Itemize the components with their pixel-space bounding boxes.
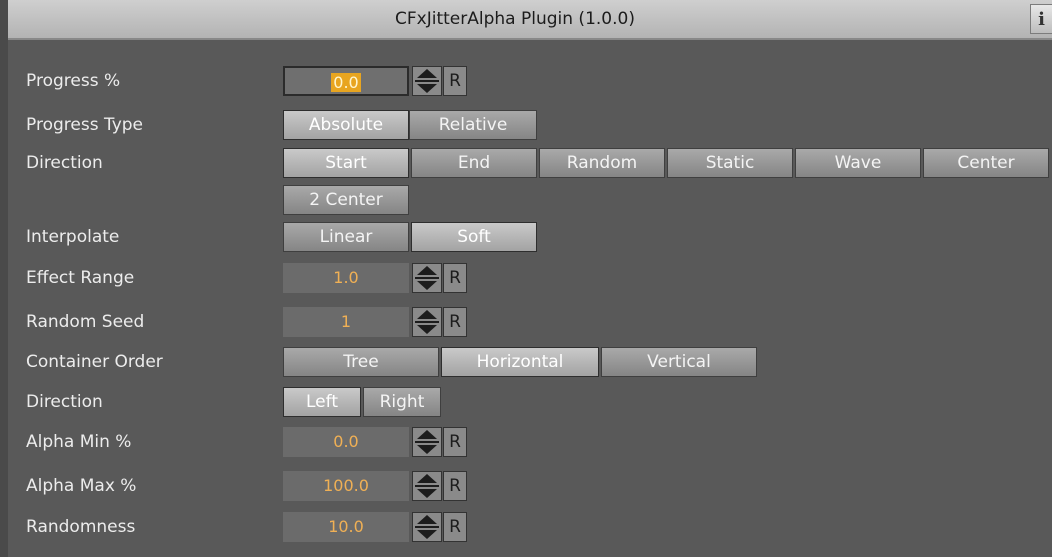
- spin-up-icon[interactable]: [417, 310, 437, 319]
- spin-divider: [415, 321, 439, 323]
- randomness-spinner[interactable]: [412, 512, 442, 542]
- direction-label: Direction: [26, 153, 103, 173]
- progress-input[interactable]: 0.0: [283, 66, 409, 96]
- direction-end-button[interactable]: End: [411, 148, 537, 178]
- spin-down-icon[interactable]: [417, 84, 437, 93]
- random-seed-label: Random Seed: [26, 312, 145, 332]
- direction-lr-label: Direction: [26, 392, 103, 412]
- direction-2center-button[interactable]: 2 Center: [283, 185, 409, 215]
- direction-left-button[interactable]: Left: [283, 387, 361, 417]
- alpha-min-label: Alpha Min %: [26, 432, 132, 452]
- row-direction: Direction Start End Random Static Wave C…: [0, 146, 1052, 180]
- row-container-order: Container Order Tree Horizontal Vertical: [0, 345, 1052, 379]
- spin-divider: [415, 485, 439, 487]
- title-bar: CFxJitterAlpha Plugin (1.0.0) i: [8, 0, 1052, 40]
- spin-down-icon[interactable]: [417, 281, 437, 290]
- spin-up-icon[interactable]: [417, 515, 437, 524]
- alpha-max-reset-button[interactable]: R: [443, 471, 467, 501]
- spin-down-icon[interactable]: [417, 489, 437, 498]
- row-alpha-min: Alpha Min % 0.0 R: [0, 425, 1052, 459]
- progress-value: 0.0: [331, 73, 361, 92]
- alpha-min-spinner[interactable]: [412, 427, 442, 457]
- interpolate-linear-button[interactable]: Linear: [283, 222, 409, 252]
- spin-down-icon[interactable]: [417, 325, 437, 334]
- plugin-title: CFxJitterAlpha Plugin (1.0.0): [395, 9, 635, 29]
- container-order-horizontal-button[interactable]: Horizontal: [441, 347, 599, 377]
- direction-start-button[interactable]: Start: [283, 148, 409, 178]
- row-effect-range: Effect Range 1.0 R: [0, 261, 1052, 295]
- progress-spinner[interactable]: [412, 66, 442, 96]
- effect-range-spinner[interactable]: [412, 263, 442, 293]
- progress-label: Progress %: [26, 71, 121, 91]
- alpha-min-input[interactable]: 0.0: [283, 427, 409, 457]
- container-order-label: Container Order: [26, 352, 163, 372]
- info-icon[interactable]: i: [1030, 4, 1052, 34]
- alpha-min-reset-button[interactable]: R: [443, 427, 467, 457]
- spin-up-icon[interactable]: [417, 474, 437, 483]
- random-seed-spinner[interactable]: [412, 307, 442, 337]
- spin-up-icon[interactable]: [417, 266, 437, 275]
- randomness-reset-button[interactable]: R: [443, 512, 467, 542]
- row-direction-lr: Direction Left Right: [0, 385, 1052, 419]
- progress-type-relative-button[interactable]: Relative: [409, 110, 537, 140]
- effect-range-input[interactable]: 1.0: [283, 263, 409, 293]
- progress-type-absolute-button[interactable]: Absolute: [283, 110, 409, 140]
- row-alpha-max: Alpha Max % 100.0 R: [0, 469, 1052, 503]
- row-randomness: Randomness 10.0 R: [0, 510, 1052, 544]
- spin-divider: [415, 441, 439, 443]
- interpolate-label: Interpolate: [26, 227, 120, 247]
- row-interpolate: Interpolate Linear Soft: [0, 220, 1052, 254]
- row-random-seed: Random Seed 1 R: [0, 305, 1052, 339]
- direction-wave-button[interactable]: Wave: [795, 148, 921, 178]
- spin-divider: [415, 80, 439, 82]
- interpolate-soft-button[interactable]: Soft: [411, 222, 537, 252]
- direction-static-button[interactable]: Static: [667, 148, 793, 178]
- direction-center-button[interactable]: Center: [923, 148, 1049, 178]
- progress-reset-button[interactable]: R: [443, 66, 467, 96]
- effect-range-label: Effect Range: [26, 268, 135, 288]
- spin-up-icon[interactable]: [417, 430, 437, 439]
- randomness-label: Randomness: [26, 517, 136, 537]
- alpha-max-input[interactable]: 100.0: [283, 471, 409, 501]
- plugin-panel: CFxJitterAlpha Plugin (1.0.0) i Progress…: [0, 0, 1052, 557]
- randomness-input[interactable]: 10.0: [283, 512, 409, 542]
- alpha-max-spinner[interactable]: [412, 471, 442, 501]
- spin-down-icon[interactable]: [417, 530, 437, 539]
- random-seed-reset-button[interactable]: R: [443, 307, 467, 337]
- random-seed-input[interactable]: 1: [283, 307, 409, 337]
- effect-range-reset-button[interactable]: R: [443, 263, 467, 293]
- spin-down-icon[interactable]: [417, 445, 437, 454]
- spin-divider: [415, 526, 439, 528]
- row-progress: Progress % 0.0 R: [0, 64, 1052, 98]
- spin-divider: [415, 277, 439, 279]
- spin-up-icon[interactable]: [417, 69, 437, 78]
- container-order-tree-button[interactable]: Tree: [283, 347, 439, 377]
- alpha-max-label: Alpha Max %: [26, 476, 137, 496]
- direction-right-button[interactable]: Right: [363, 387, 441, 417]
- progress-type-label: Progress Type: [26, 115, 143, 135]
- direction-random-button[interactable]: Random: [539, 148, 665, 178]
- row-progress-type: Progress Type Absolute Relative: [0, 108, 1052, 142]
- container-order-vertical-button[interactable]: Vertical: [601, 347, 757, 377]
- row-direction-wrap: 2 Center: [0, 183, 1052, 217]
